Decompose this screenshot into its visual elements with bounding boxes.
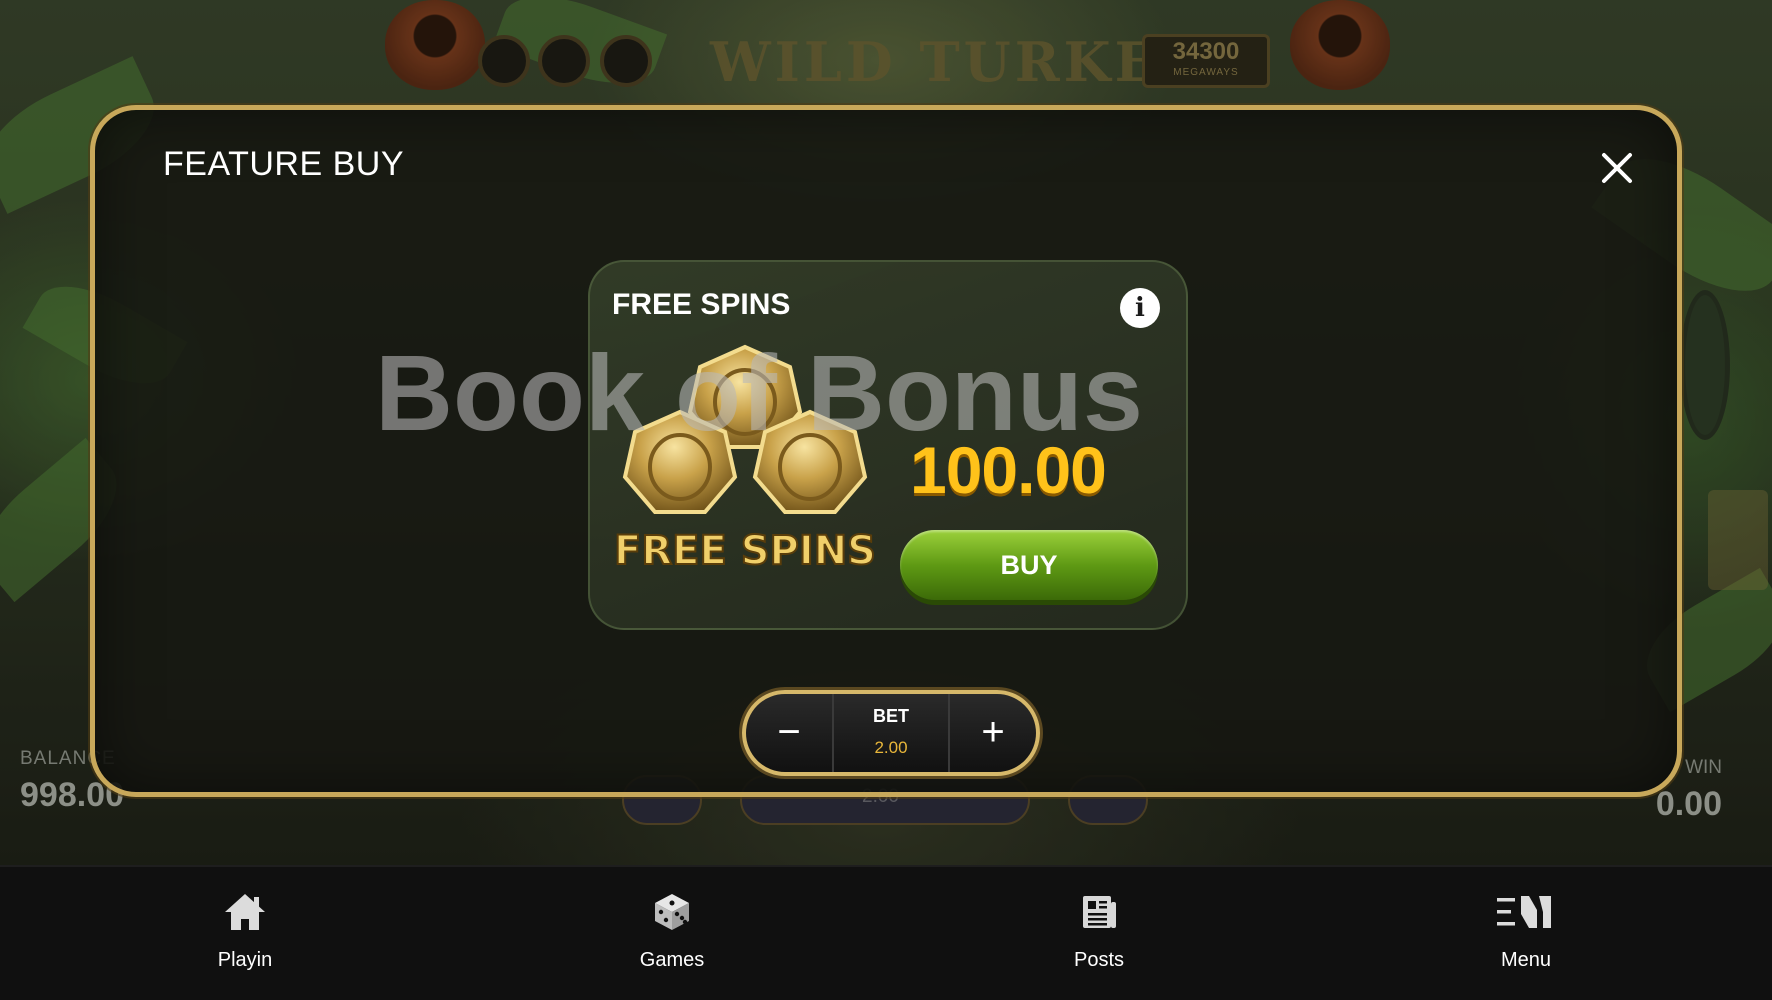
nav-label: Menu [1500,949,1552,971]
close-button[interactable] [1595,146,1639,190]
buy-button[interactable]: BUY [900,530,1158,600]
feature-buy-modal: FEATURE BUY FREE SPINS i FREE SPINS 100.… [90,105,1682,797]
bet-label: BET [873,706,909,726]
bet-value: 2.00 [874,738,908,757]
close-icon [1602,153,1632,183]
bet-stepper: − BET 2.00 + [742,690,1040,776]
nav-item-games[interactable]: Games [602,887,742,972]
menu-icon [1497,896,1551,928]
nav-label: Posts [1073,949,1125,971]
nav-label: Games [639,949,705,971]
bottom-navigation: Playin Games Posts Menu [0,865,1772,1000]
nav-item-posts[interactable]: Posts [1029,887,1169,972]
feature-title: FREE SPINS [612,288,791,321]
nav-label: Playin [217,949,273,971]
home-icon [225,894,265,930]
dice-icon [655,894,689,930]
modal-title: FEATURE BUY [163,145,405,183]
info-icon: i [1135,293,1145,323]
coins-caption: FREE SPINS [614,528,876,574]
free-spins-coins-icon: FREE SPINS [613,344,877,575]
bet-increase-button[interactable]: + [948,694,1036,772]
bet-decrease-button[interactable]: − [746,694,834,772]
info-button[interactable]: i [1120,288,1160,328]
nav-item-playin[interactable]: Playin [175,887,315,972]
free-spins-card: FREE SPINS i FREE SPINS 100.00 BUY [588,260,1188,630]
nav-item-menu[interactable]: Menu [1456,887,1596,972]
newspaper-icon [1083,896,1116,928]
feature-price: 100.00 [910,433,1107,507]
